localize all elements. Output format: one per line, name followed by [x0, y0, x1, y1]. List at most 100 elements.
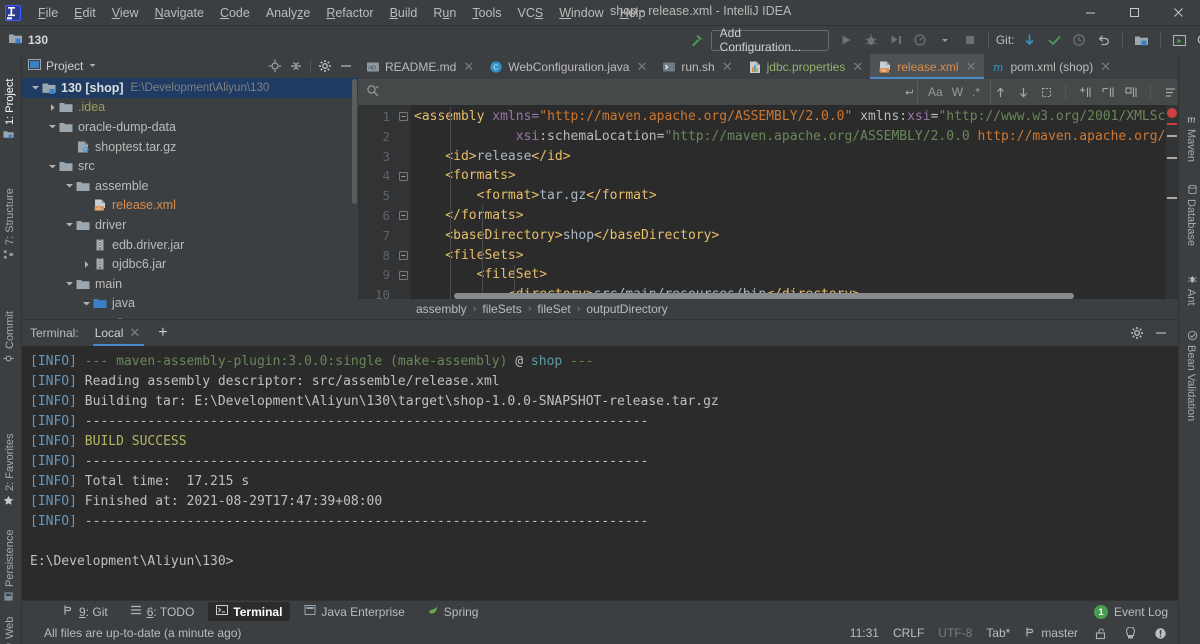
- sidebar-item-bean-validation[interactable]: Bean Validation: [1184, 330, 1198, 421]
- menu-tools[interactable]: Tools: [464, 2, 509, 24]
- menu-window[interactable]: Window: [551, 2, 611, 24]
- hide-icon[interactable]: [1152, 324, 1170, 342]
- commit-icon[interactable]: [1043, 28, 1066, 52]
- plus-icon[interactable]: +: [158, 325, 167, 341]
- tree-item-ojdbc6-jar[interactable]: ojdbc6.jar: [22, 254, 358, 274]
- menu-file[interactable]: FFileile: [30, 2, 66, 24]
- tree-item-shoptest-tar-gz[interactable]: ? shoptest.tar.gz: [22, 137, 358, 157]
- code-folding-gutter[interactable]: [396, 105, 410, 299]
- caret-position[interactable]: 11:31: [850, 626, 879, 640]
- error-stripe-gutter[interactable]: [1166, 105, 1178, 299]
- code-line[interactable]: <format>tar.gz</format>: [410, 186, 1178, 206]
- profile-icon[interactable]: [909, 28, 932, 52]
- close-button[interactable]: [1156, 0, 1200, 26]
- search-input[interactable]: [383, 85, 895, 99]
- code-line[interactable]: </formats>: [410, 206, 1178, 226]
- tree-scrollbar[interactable]: [352, 79, 357, 204]
- editor-tab-webconfiguration-java[interactable]: C WebConfiguration.java ✕: [481, 54, 654, 79]
- menu-vcs[interactable]: VCS: [510, 2, 552, 24]
- close-icon[interactable]: ✕: [129, 325, 140, 341]
- sidebar-item-commit[interactable]: Commit: [3, 311, 17, 364]
- run-icon[interactable]: [835, 28, 858, 52]
- reset-icon[interactable]: [899, 83, 917, 101]
- select-all-icon[interactable]: [1037, 83, 1055, 101]
- close-icon[interactable]: ✕: [966, 59, 977, 75]
- regex-toggle[interactable]: .*: [972, 85, 980, 99]
- code-line[interactable]: <formats>: [410, 166, 1178, 186]
- tool-window-git[interactable]: 9: Git: [54, 602, 116, 621]
- chevron-down-icon[interactable]: [47, 161, 58, 172]
- tree-item-assemble[interactable]: assemble: [22, 176, 358, 196]
- maximize-button[interactable]: [1112, 0, 1156, 26]
- tool-window-terminal[interactable]: Terminal: [208, 602, 291, 621]
- collapse-all-icon[interactable]: [286, 56, 306, 76]
- tree-item-src[interactable]: src: [22, 156, 358, 176]
- editor-tab-readme-md[interactable]: HD README.md ✕: [358, 54, 481, 79]
- menu-bar[interactable]: FFileile Edit View Navigate Code Analyze…: [30, 0, 653, 26]
- sidebar-item-project[interactable]: 1: Project: [3, 79, 17, 140]
- words-toggle[interactable]: W: [952, 85, 963, 99]
- indent-setting[interactable]: Tab*: [986, 626, 1010, 640]
- fold-toggle-icon[interactable]: [396, 265, 410, 285]
- chevron-down-icon[interactable]: [64, 278, 75, 289]
- chevron-down-icon[interactable]: [64, 180, 75, 191]
- project-panel-title[interactable]: Project: [28, 58, 97, 74]
- unlock-icon[interactable]: [1092, 625, 1108, 641]
- close-icon[interactable]: ✕: [636, 59, 647, 75]
- sidebar-item-persistence[interactable]: Persistence: [3, 530, 17, 602]
- code-content[interactable]: <assembly xmlns="http://maven.apache.org…: [410, 105, 1178, 299]
- line-separator[interactable]: CRLF: [893, 626, 924, 640]
- sidebar-item-structure[interactable]: 7: Structure: [3, 188, 17, 260]
- open-in-find-window-icon[interactable]: [1122, 83, 1140, 101]
- match-case-toggle[interactable]: Aa: [928, 85, 943, 99]
- tree-item-com[interactable]: com: [22, 313, 358, 319]
- horizontal-scrollbar[interactable]: [454, 293, 1074, 299]
- close-icon[interactable]: ✕: [1100, 59, 1111, 75]
- menu-analyze[interactable]: Analyze: [258, 2, 318, 24]
- tree-item-edb-driver-jar[interactable]: edb.driver.jar: [22, 235, 358, 255]
- update-project-icon[interactable]: [1019, 28, 1042, 52]
- chevron-down-icon[interactable]: [88, 59, 97, 73]
- arrow-up-icon[interactable]: [991, 83, 1009, 101]
- git-branch-widget[interactable]: master: [1024, 626, 1078, 641]
- code-line[interactable]: xsi:schemaLocation="http://maven.apache.…: [410, 127, 1178, 147]
- editor-tab-jdbc-properties[interactable]: jdbc.properties ✕: [740, 54, 871, 79]
- rollback-icon[interactable]: [1093, 28, 1116, 52]
- code-line[interactable]: <id>release</id>: [410, 147, 1178, 167]
- tree-item-main[interactable]: main: [22, 274, 358, 294]
- notifications-icon[interactable]: [1152, 625, 1168, 641]
- stop-icon[interactable]: [958, 28, 981, 52]
- search-icon[interactable]: [1192, 28, 1200, 52]
- menu-edit[interactable]: Edit: [66, 2, 104, 24]
- menu-run[interactable]: Run: [425, 2, 464, 24]
- code-line[interactable]: <baseDirectory>shop</baseDirectory>: [410, 226, 1178, 246]
- locate-icon[interactable]: [265, 56, 285, 76]
- chevron-right-icon[interactable]: [81, 259, 92, 270]
- breadcrumb[interactable]: assembly › fileSets › fileSet › outputDirector…: [358, 299, 1178, 319]
- menu-view[interactable]: View: [104, 2, 147, 24]
- project-tree[interactable]: 130 [shop] E:\Development\Aliyun\130 .idea…: [22, 78, 358, 319]
- sidebar-item-favorites[interactable]: 2: Favorites: [3, 434, 17, 506]
- fold-toggle-icon[interactable]: [396, 246, 410, 266]
- tool-window-todo[interactable]: 6: TODO: [122, 602, 203, 621]
- chevron-right-icon[interactable]: [47, 102, 58, 113]
- find-input-wrapper[interactable]: [358, 79, 918, 105]
- menu-code[interactable]: Code: [212, 2, 258, 24]
- terminal-tab-local[interactable]: Local ✕: [92, 320, 145, 346]
- gear-icon[interactable]: [315, 56, 335, 76]
- debug-icon[interactable]: [860, 28, 883, 52]
- tree-item-130-shop[interactable]: 130 [shop] E:\Development\Aliyun\130: [22, 78, 358, 98]
- project-widget[interactable]: 130: [8, 31, 48, 49]
- breadcrumb-item[interactable]: fileSets: [482, 302, 521, 316]
- code-line[interactable]: <fileSets>: [410, 246, 1178, 266]
- tool-window-java-enterprise[interactable]: Java Enterprise: [296, 602, 412, 621]
- sidebar-item-database[interactable]: Database: [1184, 184, 1198, 246]
- editor-tab-pom-xml-shop[interactable]: m pom.xml (shop) ✕: [984, 54, 1119, 79]
- tree-item-idea[interactable]: .idea: [22, 98, 358, 118]
- chevron-down-icon[interactable]: [64, 219, 75, 230]
- chevron-down-icon[interactable]: [98, 317, 109, 319]
- chevron-down-icon[interactable]: [81, 298, 92, 309]
- menu-navigate[interactable]: Navigate: [147, 2, 212, 24]
- chevron-down-icon[interactable]: [934, 28, 957, 52]
- sidebar-item-web[interactable]: Web: [3, 617, 17, 644]
